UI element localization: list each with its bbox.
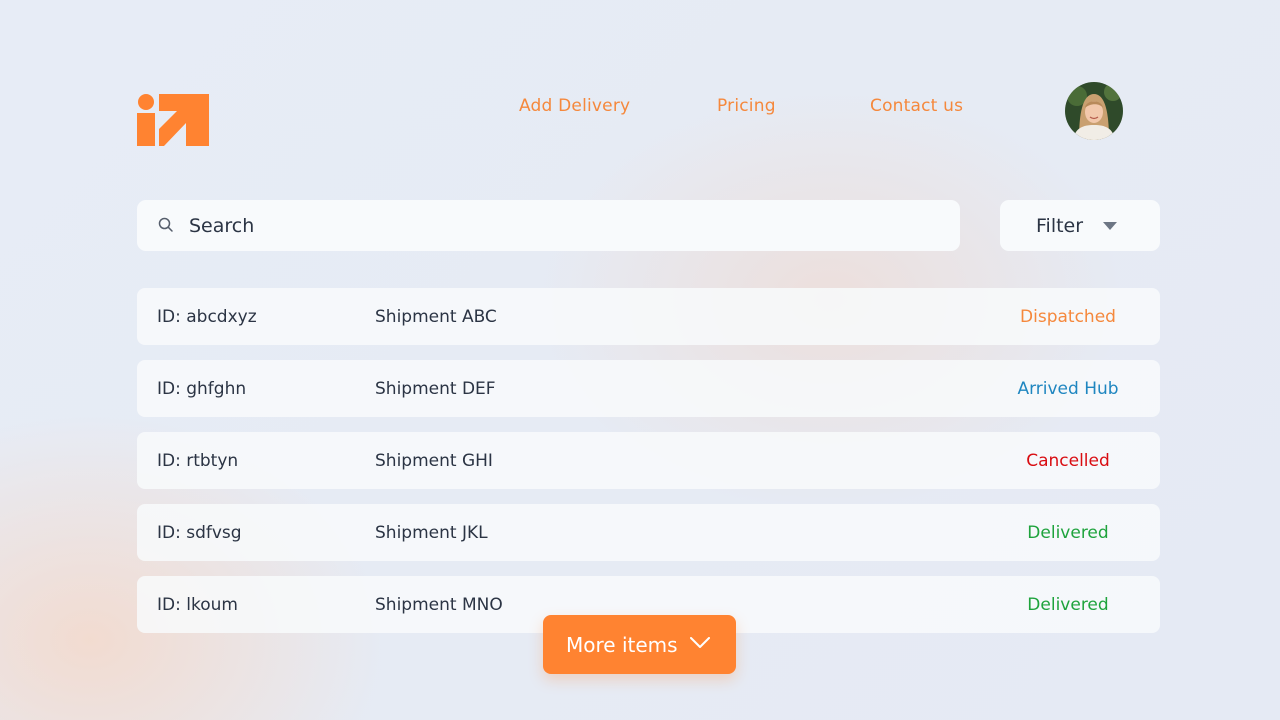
more-items-label: More items xyxy=(566,632,678,657)
shipment-name: Shipment ABC xyxy=(375,307,497,327)
table-row[interactable]: ID: sdfvsg Shipment JKL Delivered xyxy=(137,504,1160,561)
status-badge: Cancelled xyxy=(1026,451,1110,471)
shipment-id: ID: sdfvsg xyxy=(157,523,242,543)
shipment-name: Shipment JKL xyxy=(375,523,488,543)
brand-logo-icon[interactable] xyxy=(137,94,209,146)
nav-contact-us[interactable]: Contact us xyxy=(870,96,963,116)
shipment-id: ID: abcdxyz xyxy=(157,307,257,327)
status-badge: Delivered xyxy=(1027,595,1109,615)
nav-pricing[interactable]: Pricing xyxy=(717,96,776,116)
more-items-button[interactable]: More items xyxy=(543,615,736,674)
filter-dropdown[interactable]: Filter xyxy=(1000,200,1160,251)
shipment-id: ID: lkoum xyxy=(157,595,238,615)
caret-down-icon xyxy=(1103,222,1117,230)
shipment-id: ID: ghfghn xyxy=(157,379,247,399)
nav-add-delivery[interactable]: Add Delivery xyxy=(519,96,630,116)
table-row[interactable]: ID: ghfghn Shipment DEF Arrived Hub xyxy=(137,360,1160,417)
status-badge: Arrived Hub xyxy=(1017,379,1119,399)
status-badge: Delivered xyxy=(1027,523,1109,543)
shipment-name: Shipment GHI xyxy=(375,451,493,471)
table-row[interactable]: ID: abcdxyz Shipment ABC Dispatched xyxy=(137,288,1160,345)
chevron-down-icon xyxy=(690,637,710,648)
status-badge: Dispatched xyxy=(1020,307,1116,327)
shipment-id: ID: rtbtyn xyxy=(157,451,239,471)
search-input[interactable] xyxy=(189,214,929,237)
shipment-name: Shipment DEF xyxy=(375,379,496,399)
user-avatar-icon[interactable] xyxy=(1065,82,1123,140)
search-bar[interactable] xyxy=(137,200,960,251)
search-icon xyxy=(158,217,173,232)
shipment-name: Shipment MNO xyxy=(375,595,503,615)
filter-label: Filter xyxy=(1036,214,1084,237)
table-row[interactable]: ID: rtbtyn Shipment GHI Cancelled xyxy=(137,432,1160,489)
